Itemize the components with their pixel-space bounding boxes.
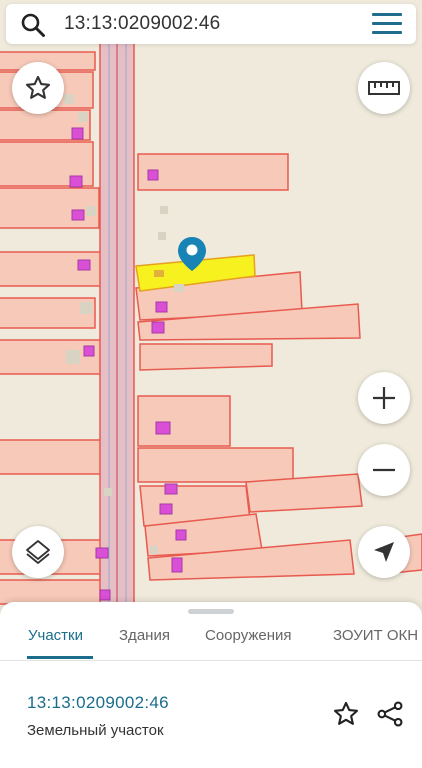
zoom-out-button[interactable] (358, 444, 410, 496)
drag-handle[interactable] (188, 609, 234, 614)
ruler-button[interactable] (358, 62, 410, 114)
building[interactable] (155, 421, 171, 435)
building[interactable] (99, 589, 111, 601)
minus-icon (373, 468, 395, 472)
divider (0, 660, 422, 661)
active-tab-indicator (27, 656, 93, 659)
structure (160, 206, 168, 214)
building[interactable] (159, 503, 173, 515)
structure (66, 350, 80, 364)
structure (150, 546, 158, 554)
zoom-in-button[interactable] (358, 372, 410, 424)
tab-parcels[interactable]: Участки (28, 622, 83, 654)
building[interactable] (71, 209, 85, 221)
structure (174, 284, 184, 292)
object-type-tabs: Участки Здания Сооружения ЗОУИТ ОКН (0, 616, 422, 660)
parcel[interactable] (0, 579, 104, 605)
building[interactable] (155, 301, 168, 313)
structure (158, 232, 166, 240)
building[interactable] (147, 169, 159, 181)
building[interactable] (175, 529, 187, 541)
tab-buildings[interactable]: Здания (119, 622, 170, 654)
building[interactable] (83, 345, 95, 357)
parcel-type-label: Земельный участок (27, 722, 164, 739)
favorite-button[interactable] (12, 62, 64, 114)
star-icon (25, 75, 51, 99)
building[interactable] (71, 127, 84, 140)
parcel[interactable] (0, 187, 100, 229)
search-icon[interactable] (20, 12, 46, 38)
building[interactable] (95, 547, 109, 559)
share-icon[interactable] (376, 700, 404, 728)
parcel-cadastral-number[interactable]: 13:13:0209002:46 (27, 693, 169, 713)
structure (86, 206, 96, 216)
building[interactable] (171, 557, 183, 573)
road-layer (99, 39, 135, 611)
menu-icon[interactable] (372, 13, 402, 35)
parcel[interactable] (0, 439, 116, 475)
parcel[interactable] (137, 395, 231, 447)
tab-zouit-okn[interactable]: ЗОУИТ ОКН (333, 622, 418, 654)
building[interactable] (69, 175, 83, 188)
building[interactable] (164, 483, 178, 495)
plus-icon (373, 387, 395, 409)
ruler-icon (368, 81, 400, 95)
locate-button[interactable] (358, 526, 410, 578)
tab-structures[interactable]: Сооружения (205, 622, 292, 654)
star-icon[interactable] (332, 700, 360, 728)
search-bar (6, 4, 416, 44)
building[interactable] (151, 321, 165, 334)
bottom-sheet: Участки Здания Сооружения ЗОУИТ ОКН 13:1… (0, 602, 422, 768)
building[interactable] (77, 259, 91, 271)
structure (64, 94, 74, 104)
parcel[interactable] (137, 447, 294, 483)
search-input[interactable] (64, 10, 354, 38)
navigation-arrow-icon (374, 542, 394, 562)
parcel[interactable] (0, 251, 108, 287)
structure (104, 488, 112, 496)
layers-button[interactable] (12, 526, 64, 578)
layers-icon (26, 540, 50, 564)
building[interactable] (154, 270, 164, 277)
structure (78, 112, 88, 122)
parcel[interactable] (137, 153, 289, 191)
parcel[interactable] (0, 339, 108, 375)
structure (80, 302, 92, 314)
parcel[interactable] (139, 343, 273, 371)
